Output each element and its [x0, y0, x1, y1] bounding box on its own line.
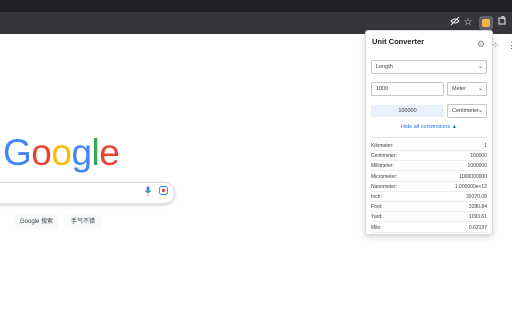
eye-off-icon[interactable]	[448, 16, 462, 30]
feeling-lucky-button[interactable]: 手气不错	[64, 215, 102, 229]
conversion-row: Micrometer: 1000000000	[371, 172, 487, 182]
unit-converter-popup: Unit Converter ⚙ Length ⌄ 1000 Meter ⌄ 1…	[365, 30, 493, 235]
apps-grid-icon[interactable]: ⁘	[492, 40, 500, 51]
settings-gear-icon[interactable]: ⚙	[477, 40, 485, 49]
conversion-value: 1.000000e+12	[454, 183, 487, 190]
more-options-icon[interactable]: ⋮	[507, 40, 512, 51]
from-unit-select[interactable]: Meter ⌄	[447, 82, 487, 96]
puzzle-icon[interactable]	[495, 16, 509, 30]
logo-letter: g	[71, 132, 92, 173]
chevron-down-icon: ⌄	[477, 64, 483, 70]
browser-tabstrip	[0, 0, 512, 12]
conversion-unit: Inch:	[371, 194, 382, 200]
conversion-unit: Nanometer:	[371, 183, 398, 190]
microphone-icon[interactable]	[143, 186, 153, 200]
result-output: 100000	[371, 105, 444, 117]
to-unit-value: Centimeter	[452, 108, 479, 114]
conversion-row: Yard: 1093.61	[371, 212, 487, 223]
value-input[interactable]: 1000	[371, 82, 444, 96]
google-search-button[interactable]: Google 搜索	[15, 215, 58, 229]
conversion-unit: Centimeter:	[371, 153, 397, 160]
extension-badge	[482, 19, 490, 27]
google-logo: Google	[3, 132, 120, 174]
conversion-value: 1	[484, 143, 487, 149]
conversion-row: Millimeter: 1000000	[371, 161, 487, 172]
from-unit-value: Meter	[452, 86, 467, 92]
conversion-value: 3280.84	[468, 204, 487, 211]
conversion-row: Kilometer: 1	[371, 141, 487, 151]
conversion-value: 39370.08	[466, 194, 487, 200]
conversion-value: 0.62137	[468, 224, 487, 231]
conversion-unit: Yard:	[371, 214, 383, 221]
logo-letter: o	[51, 132, 72, 173]
conversion-value: 100000	[470, 153, 487, 160]
google-lens-icon[interactable]	[158, 186, 168, 200]
logo-letter: o	[31, 132, 52, 173]
conversion-value: 1000000000	[459, 173, 487, 180]
unit-converter-extension-icon[interactable]	[479, 16, 493, 30]
conversion-value: 1000000	[467, 163, 487, 170]
conversion-value: 1093.61	[468, 214, 487, 221]
category-select-value: Length	[376, 64, 393, 70]
conversion-unit: Mile:	[371, 224, 382, 231]
divider	[371, 137, 487, 138]
chevron-down-icon: ⌄	[477, 86, 483, 92]
popup-title: Unit Converter	[372, 37, 425, 46]
conversion-row: Inch: 39370.08	[371, 192, 487, 202]
conversion-unit: Millimeter:	[371, 163, 394, 170]
star-icon[interactable]: ☆	[461, 16, 475, 30]
conversion-row: Foot: 3280.84	[371, 202, 487, 213]
to-unit-select[interactable]: Centimeter ⌄	[447, 104, 487, 118]
conversion-unit: Micrometer:	[371, 173, 398, 180]
conversion-unit: Foot:	[371, 204, 383, 211]
conversion-unit: Kilometer:	[371, 143, 394, 149]
conversion-row: Centimeter: 100000	[371, 151, 487, 162]
conversion-row: Mile: 0.62137	[371, 223, 487, 233]
toggle-conversions-link[interactable]: Hide all conversions ▲	[366, 124, 492, 130]
chevron-down-icon: ⌄	[477, 108, 483, 114]
logo-letter: e	[99, 132, 120, 173]
category-select[interactable]: Length ⌄	[371, 60, 487, 74]
conversion-row: Nanometer: 1.000000e+12	[371, 182, 487, 192]
logo-letter: G	[3, 132, 32, 173]
